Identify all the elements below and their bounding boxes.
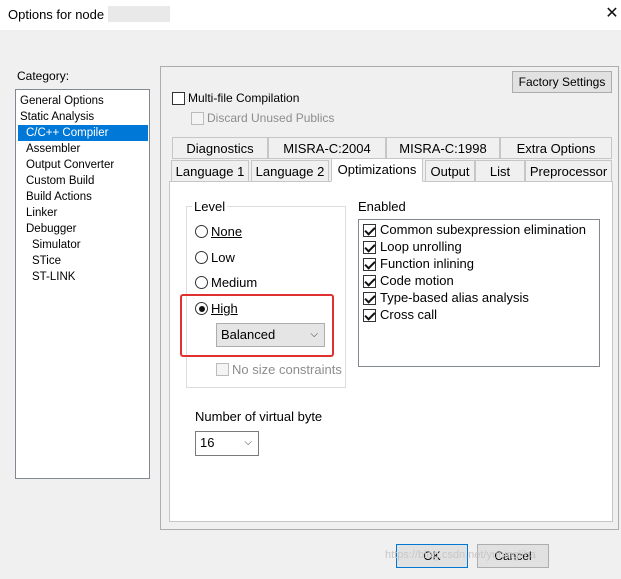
window-title: Options for node <box>8 7 105 22</box>
category-item-output-converter[interactable]: Output Converter <box>18 157 114 173</box>
category-item-simulator[interactable]: Simulator <box>18 237 81 253</box>
enabled-item-label: Function inlining <box>380 256 474 271</box>
close-icon[interactable]: ✕ <box>601 3 621 25</box>
tab-misra-c-2004[interactable]: MISRA-C:2004 <box>268 137 386 159</box>
enabled-item-checkbox[interactable] <box>363 241 376 254</box>
enabled-item-label: Loop unrolling <box>380 239 462 254</box>
discard-unused-publics-checkbox[interactable] <box>191 112 204 125</box>
tab-misra-c-1998[interactable]: MISRA-C:1998 <box>386 137 500 159</box>
tab-output[interactable]: Output <box>425 160 475 182</box>
enabled-list[interactable]: Common subexpression elimination Loop un… <box>358 219 600 367</box>
category-item-assembler[interactable]: Assembler <box>18 141 80 157</box>
enabled-item-checkbox[interactable] <box>363 275 376 288</box>
tab-language-1[interactable]: Language 1 <box>171 160 249 182</box>
category-item-linker[interactable]: Linker <box>18 205 57 221</box>
category-item-st-link[interactable]: ST-LINK <box>18 269 75 285</box>
enabled-item-checkbox[interactable] <box>363 292 376 305</box>
tab-extra-options[interactable]: Extra Options <box>500 137 612 159</box>
tab-diagnostics[interactable]: Diagnostics <box>172 137 268 159</box>
category-item-static-analysis[interactable]: Static Analysis <box>18 109 94 125</box>
enabled-item-label: Code motion <box>380 273 454 288</box>
enabled-item-checkbox[interactable] <box>363 224 376 237</box>
level-none-text: None <box>211 224 243 239</box>
enabled-item-label: Cross call <box>380 307 438 322</box>
category-item-c-cpp-compiler[interactable]: C/C++ Compiler <box>18 125 148 141</box>
enabled-item-label: Common subexpression elimination <box>380 222 586 237</box>
no-size-constraints-label: No size constraints <box>232 362 342 377</box>
tab-optimizations[interactable]: Optimizations <box>331 158 423 182</box>
level-none-label: None <box>211 224 242 239</box>
level-title: Level <box>192 199 228 214</box>
category-list[interactable]: General Options Static Analysis C/C++ Co… <box>15 89 150 479</box>
virtual-byte-label: Number of virtual byte <box>195 409 323 424</box>
category-item-build-actions[interactable]: Build Actions <box>18 189 92 205</box>
enabled-item-checkbox[interactable] <box>363 258 376 271</box>
annotation-highlight-box <box>180 294 334 357</box>
virtual-byte-value: 16 <box>200 435 215 450</box>
category-item-stice[interactable]: STice <box>18 253 61 269</box>
category-item-general-options[interactable]: General Options <box>18 93 104 109</box>
enabled-title: Enabled <box>358 199 406 214</box>
enabled-item-checkbox[interactable] <box>363 309 376 322</box>
no-size-constraints-checkbox[interactable] <box>216 363 229 376</box>
multifile-compilation-label: Multi-file Compilation <box>188 91 300 105</box>
redacted-title-part <box>108 6 170 22</box>
level-medium-radio[interactable] <box>195 276 208 289</box>
multifile-compilation-checkbox[interactable] <box>172 92 185 105</box>
tab-language-2[interactable]: Language 2 <box>251 160 329 182</box>
level-low-radio[interactable] <box>195 251 208 264</box>
enabled-item-label: Type-based alias analysis <box>380 290 529 305</box>
virtual-byte-select[interactable]: 16 ⌵ <box>195 431 259 456</box>
category-item-custom-build[interactable]: Custom Build <box>18 173 94 189</box>
category-item-debugger[interactable]: Debugger <box>18 221 77 237</box>
level-low-label: Low <box>211 250 235 265</box>
chevron-down-icon: ⌵ <box>244 437 252 448</box>
level-medium-label: Medium <box>211 275 258 290</box>
tab-preprocessor[interactable]: Preprocessor <box>525 160 612 182</box>
watermark: https://blog.csdn.net/yuningliba <box>385 549 537 561</box>
factory-settings-button[interactable]: Factory Settings <box>512 71 612 93</box>
category-label: Category: <box>17 69 70 83</box>
tab-list[interactable]: List <box>475 160 525 182</box>
discard-unused-publics-label: Discard Unused Publics <box>207 111 335 125</box>
level-none-radio[interactable] <box>195 225 208 238</box>
